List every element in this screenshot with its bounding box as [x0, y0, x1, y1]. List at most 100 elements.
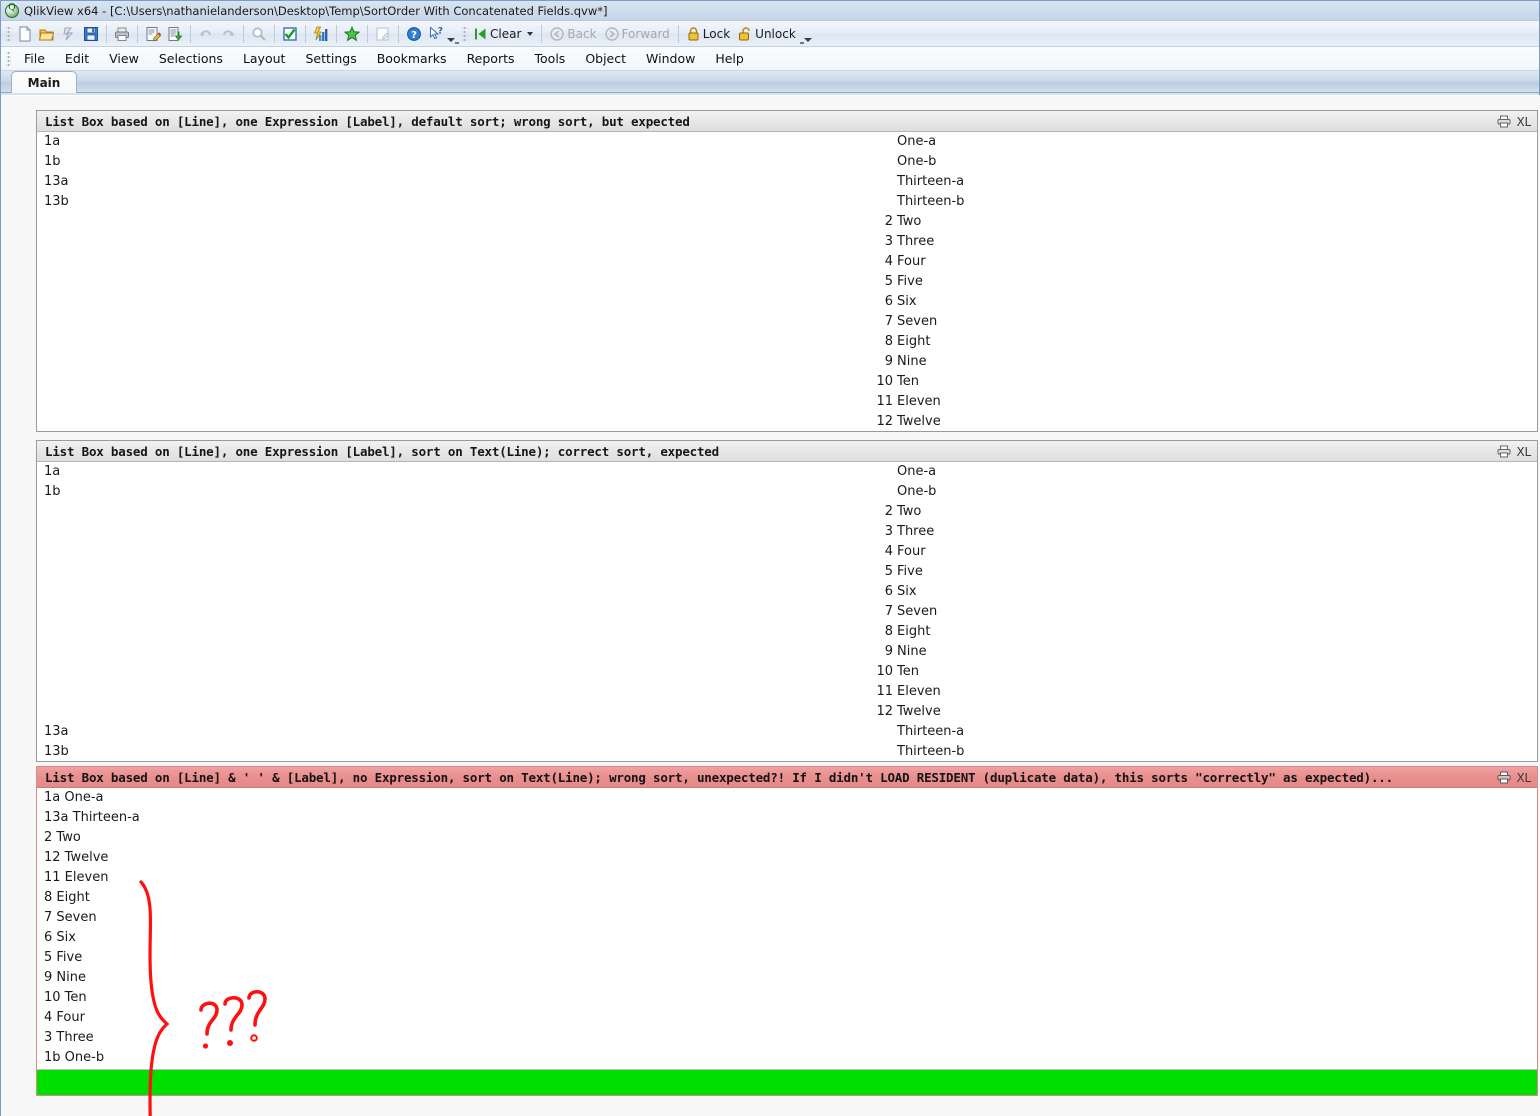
listbox-row[interactable]: 9 Nine	[37, 968, 1537, 988]
listbox-row[interactable]: 3 Three	[37, 232, 1537, 252]
listbox-row[interactable]: 7 Seven	[37, 312, 1537, 332]
listbox-row[interactable]: 13a Thirteen-a	[37, 172, 1537, 192]
listbox-1-body[interactable]: 1a One-a 1b One-b 13a Thirteen-a 13b Thirte…	[37, 132, 1537, 431]
bookmark-star-icon[interactable]	[341, 23, 363, 45]
sheet-tab-main[interactable]: Main	[11, 71, 77, 93]
listbox-2-body[interactable]: 1a One-a 1b One-b 2 Two 3 Three 4 Four 5 Five…	[37, 462, 1537, 761]
context-help-icon[interactable]: ?	[425, 23, 447, 45]
listbox-row[interactable]: 1b One-b	[37, 1048, 1537, 1068]
unlock-button[interactable]: Unlock	[734, 23, 800, 45]
listbox-row[interactable]: 1b One-b	[37, 152, 1537, 172]
current-selections-icon[interactable]	[279, 23, 301, 45]
undo-icon[interactable]	[195, 23, 217, 45]
menu-item-help[interactable]: Help	[705, 49, 754, 68]
reload-script-icon[interactable]	[164, 23, 186, 45]
listbox-row[interactable]: 1a One-a	[37, 788, 1537, 808]
quick-chart-icon[interactable]	[310, 23, 332, 45]
export-excel-icon[interactable]: XL	[1516, 115, 1531, 129]
menu-grip[interactable]	[6, 49, 11, 68]
lock-button[interactable]: Lock	[683, 23, 734, 45]
back-button[interactable]: Back	[546, 23, 600, 45]
listbox-2[interactable]: List Box based on [Line], one Expression…	[36, 440, 1538, 762]
listbox-row[interactable]: 13b Thirteen-b	[37, 742, 1537, 761]
listbox-row[interactable]: 7 Seven	[37, 908, 1537, 928]
listbox-row[interactable]: 12 Twelve	[37, 848, 1537, 868]
toolbar-overflow-button-2[interactable]	[799, 23, 812, 45]
listbox-row[interactable]: 10 Ten	[37, 662, 1537, 682]
listbox-3-body[interactable]: 1a One-a 13a Thirteen-a 2 Two 12 Twelve 11 E…	[37, 788, 1537, 1095]
listbox-row[interactable]: 11 Eleven	[37, 682, 1537, 702]
listbox-row[interactable]: 7 Seven	[37, 602, 1537, 622]
listbox-row[interactable]: 10 Ten	[37, 988, 1537, 1008]
menu-item-edit[interactable]: Edit	[55, 49, 99, 68]
open-icon[interactable]	[36, 23, 58, 45]
menu-item-settings[interactable]: Settings	[295, 49, 366, 68]
listbox-row[interactable]: 6 Six	[37, 928, 1537, 948]
menu-item-tools[interactable]: Tools	[525, 49, 576, 68]
listbox-1-caption[interactable]: List Box based on [Line], one Expression…	[37, 111, 1537, 132]
search-icon[interactable]	[248, 23, 270, 45]
export-excel-icon[interactable]: XL	[1516, 771, 1531, 785]
listbox-row[interactable]: 11 Eleven	[37, 392, 1537, 412]
toolbar-grip-2[interactable]	[462, 24, 467, 43]
listbox-row[interactable]: 6 Six	[37, 292, 1537, 312]
menu-item-bookmarks[interactable]: Bookmarks	[367, 49, 457, 68]
notes-icon[interactable]	[372, 23, 394, 45]
listbox-1[interactable]: List Box based on [Line], one Expression…	[36, 110, 1538, 432]
menu-item-window[interactable]: Window	[636, 49, 705, 68]
listbox-row[interactable]: 9 Nine	[37, 352, 1537, 372]
listbox-row[interactable]: 5 Five	[37, 272, 1537, 292]
redo-icon[interactable]	[217, 23, 239, 45]
new-icon[interactable]	[14, 23, 36, 45]
edit-script-icon[interactable]	[142, 23, 164, 45]
listbox-row[interactable]: 1b One-b	[37, 482, 1537, 502]
listbox-row[interactable]: 2 Two	[37, 828, 1537, 848]
help-icon[interactable]: ?	[403, 23, 425, 45]
listbox-row[interactable]: 8 Eight	[37, 888, 1537, 908]
listbox-row[interactable]: 4 Four	[37, 252, 1537, 272]
listbox-3-green-bar[interactable]	[37, 1069, 1537, 1095]
listbox-row[interactable]: 10 Ten	[37, 372, 1537, 392]
listbox-row[interactable]: 2 Two	[37, 502, 1537, 522]
menu-item-reports[interactable]: Reports	[457, 49, 525, 68]
toolbar-grip[interactable]	[6, 24, 11, 43]
listbox-row[interactable]: 9 Nine	[37, 642, 1537, 662]
listbox-3-caption[interactable]: List Box based on [Line] & ' ' & [Label]…	[37, 767, 1537, 788]
print-caption-icon[interactable]	[1497, 115, 1511, 128]
listbox-row[interactable]: 1a One-a	[37, 462, 1537, 482]
save-icon[interactable]	[80, 23, 102, 45]
menu-item-layout[interactable]: Layout	[233, 49, 296, 68]
listbox-row[interactable]: 6 Six	[37, 582, 1537, 602]
menu-item-file[interactable]: File	[14, 49, 55, 68]
listbox-row[interactable]: 3 Three	[37, 1028, 1537, 1048]
forward-button[interactable]: Forward	[601, 23, 674, 45]
listbox-row[interactable]: 5 Five	[37, 948, 1537, 968]
print-caption-icon[interactable]	[1497, 445, 1511, 458]
listbox-row[interactable]: 8 Eight	[37, 622, 1537, 642]
toolbar-overflow-button[interactable]	[447, 23, 459, 45]
listbox-row[interactable]: 12 Twelve	[37, 702, 1537, 722]
reload-icon[interactable]	[58, 23, 80, 45]
listbox-row[interactable]: 5 Five	[37, 562, 1537, 582]
listbox-row[interactable]: 1a One-a	[37, 132, 1537, 152]
listbox-row[interactable]: 13a Thirteen-a	[37, 722, 1537, 742]
listbox-row[interactable]: 4 Four	[37, 542, 1537, 562]
menu-item-selections[interactable]: Selections	[149, 49, 233, 68]
clear-button[interactable]: Clear	[470, 23, 537, 45]
listbox-row[interactable]: 12 Twelve	[37, 412, 1537, 431]
listbox-row[interactable]: 13b Thirteen-b	[37, 192, 1537, 212]
print-icon[interactable]	[111, 23, 133, 45]
listbox-row[interactable]: 13a Thirteen-a	[37, 808, 1537, 828]
print-caption-icon[interactable]	[1497, 771, 1511, 784]
menu-item-object[interactable]: Object	[575, 49, 636, 68]
listbox-3[interactable]: List Box based on [Line] & ' ' & [Label]…	[36, 766, 1538, 1096]
listbox-row[interactable]: 8 Eight	[37, 332, 1537, 352]
clear-dropdown-arrow[interactable]	[527, 31, 534, 36]
listbox-2-caption[interactable]: List Box based on [Line], one Expression…	[37, 441, 1537, 462]
export-excel-icon[interactable]: XL	[1516, 445, 1531, 459]
listbox-row[interactable]: 3 Three	[37, 522, 1537, 542]
listbox-row[interactable]: 2 Two	[37, 212, 1537, 232]
menu-item-view[interactable]: View	[99, 49, 149, 68]
listbox-row[interactable]: 4 Four	[37, 1008, 1537, 1028]
listbox-row[interactable]: 11 Eleven	[37, 868, 1537, 888]
